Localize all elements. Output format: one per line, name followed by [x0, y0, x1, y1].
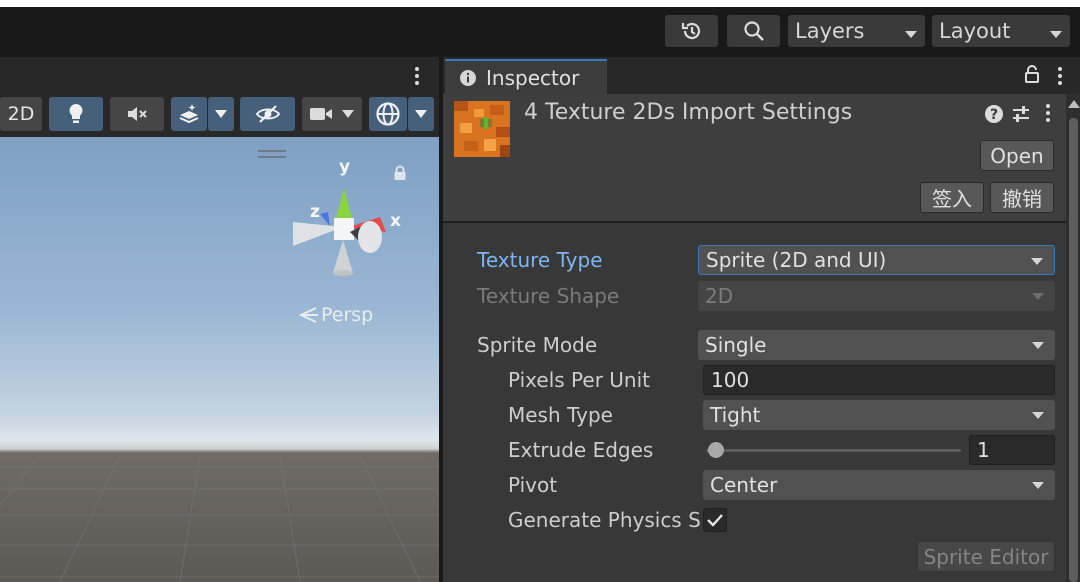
- generate-physics-shape-label: Generate Physics S: [508, 508, 700, 532]
- scroll-up-arrow-icon[interactable]: [1068, 98, 1080, 108]
- gizmo-y-label: y: [339, 157, 350, 177]
- inspector-tab-label: Inspector: [486, 65, 580, 90]
- chevron-down-icon: [1032, 412, 1044, 419]
- checkmark-icon: [707, 514, 723, 527]
- more-options-icon[interactable]: [1053, 63, 1067, 89]
- tab-inspector[interactable]: Inspector: [445, 59, 607, 94]
- layout-dropdown[interactable]: Layout: [932, 15, 1070, 47]
- search-icon: [743, 21, 764, 41]
- pixels-per-unit-value: 100: [711, 368, 750, 392]
- chevron-down-icon: [415, 110, 427, 118]
- presets-icon[interactable]: [1011, 104, 1031, 124]
- pixels-per-unit-label: Pixels Per Unit: [508, 368, 650, 392]
- layers-dropdown[interactable]: Layers: [788, 15, 925, 47]
- chevron-down-icon: [1032, 482, 1044, 489]
- lock-icon[interactable]: [1023, 64, 1041, 84]
- scene-viewport[interactable]: y x z Persp: [0, 137, 439, 582]
- chevron-left-icon: [298, 307, 318, 323]
- chevron-down-icon: [1050, 31, 1062, 38]
- chevron-down-icon: [215, 110, 227, 118]
- mesh-type-dropdown[interactable]: Tight: [703, 400, 1055, 430]
- audio-muted-icon: [128, 107, 147, 121]
- layers-dropdown-label: Layers: [795, 19, 865, 43]
- chevron-down-icon: [1032, 293, 1044, 300]
- extrude-edges-input[interactable]: 1: [969, 435, 1055, 465]
- extrude-edges-value: 1: [977, 438, 990, 462]
- layout-dropdown-label: Layout: [939, 19, 1011, 43]
- open-button[interactable]: Open: [980, 140, 1054, 171]
- chevron-down-icon: [1031, 258, 1043, 265]
- effects-layers-icon: [179, 104, 199, 124]
- texture-type-value: Sprite (2D and UI): [706, 248, 887, 272]
- gizmo-x-label: x: [390, 211, 401, 231]
- checkin-button[interactable]: 签入: [920, 182, 984, 213]
- more-options-icon[interactable]: [408, 63, 426, 89]
- pivot-dropdown[interactable]: Center: [703, 470, 1055, 500]
- projection-label: Persp: [321, 304, 374, 326]
- more-options-icon[interactable]: [1041, 100, 1055, 126]
- scrollbar-thumb[interactable]: [1069, 118, 1078, 582]
- effects-toggle-button[interactable]: [171, 97, 207, 131]
- svg-text:?: ?: [990, 107, 998, 123]
- sprite-mode-value: Single: [705, 333, 767, 357]
- texture-shape-value: 2D: [705, 284, 734, 308]
- scene-tab-header: [0, 57, 439, 95]
- drag-handle-icon[interactable]: [258, 150, 286, 158]
- lightbulb-icon: [69, 104, 83, 123]
- pixels-per-unit-input[interactable]: 100: [703, 365, 1055, 395]
- gizmos-toggle-button[interactable]: [369, 97, 407, 131]
- sprite-editor-button[interactable]: Sprite Editor: [917, 541, 1055, 572]
- scene-visibility-button[interactable]: [240, 97, 295, 131]
- help-icon[interactable]: ?: [984, 104, 1004, 124]
- generate-physics-shape-checkbox[interactable]: [703, 508, 727, 532]
- gizmo-z-label: z: [310, 202, 320, 222]
- texture-type-label: Texture Type: [477, 248, 603, 272]
- undo-history-button[interactable]: [665, 15, 718, 47]
- lighting-toggle-button[interactable]: [49, 97, 103, 131]
- texture-thumbnail: [454, 101, 510, 157]
- hidden-eye-icon: [255, 105, 280, 123]
- revert-button[interactable]: 撤销: [990, 182, 1054, 213]
- mesh-type-value: Tight: [710, 403, 761, 427]
- chevron-down-icon: [1032, 342, 1044, 349]
- sprite-mode-dropdown[interactable]: Single: [698, 330, 1055, 360]
- scene-camera-button[interactable]: [302, 97, 362, 131]
- sprite-mode-label: Sprite Mode: [477, 333, 598, 357]
- extrude-edges-label: Extrude Edges: [508, 438, 654, 462]
- audio-toggle-button[interactable]: [110, 97, 164, 131]
- chevron-down-icon: [342, 110, 354, 118]
- window-top-edge: [0, 0, 1080, 7]
- 2d-toggle-button[interactable]: 2D: [0, 97, 42, 131]
- effects-dropdown-button[interactable]: [208, 97, 234, 131]
- chevron-down-icon: [905, 31, 917, 38]
- extrude-edges-slider-track[interactable]: [706, 449, 961, 452]
- texture-shape-dropdown: 2D: [698, 281, 1055, 311]
- 2d-toggle-label: 2D: [7, 103, 35, 125]
- gizmos-dropdown-button[interactable]: [408, 97, 434, 131]
- pivot-value: Center: [710, 473, 778, 497]
- search-button[interactable]: [727, 15, 780, 47]
- mesh-type-label: Mesh Type: [508, 403, 613, 427]
- info-icon: [460, 69, 476, 86]
- camera-icon: [310, 108, 332, 120]
- gizmo-globe-icon: [376, 102, 400, 126]
- projection-toggle[interactable]: Persp: [298, 303, 373, 327]
- orientation-gizmo-icon[interactable]: y x z: [288, 152, 408, 282]
- texture-shape-label: Texture Shape: [477, 284, 620, 308]
- pivot-label: Pivot: [508, 473, 558, 497]
- asset-title: 4 Texture 2Ds Import Settings: [524, 100, 853, 125]
- texture-type-dropdown[interactable]: Sprite (2D and UI): [698, 245, 1055, 275]
- history-icon: [681, 22, 700, 40]
- extrude-edges-slider-thumb[interactable]: [707, 442, 724, 458]
